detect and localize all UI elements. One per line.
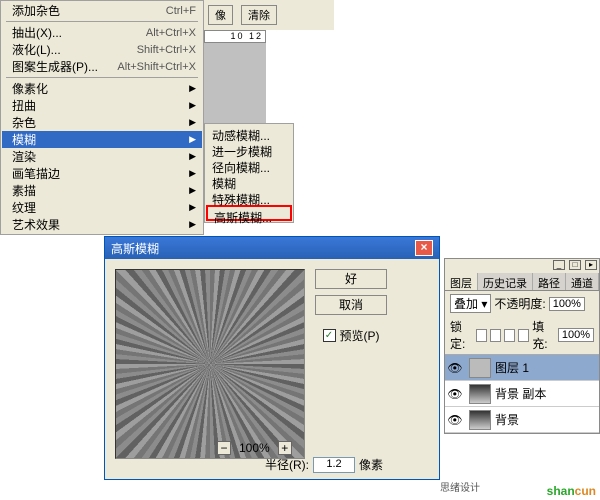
- checkbox-icon: ✓: [323, 329, 336, 342]
- layers-panel: _ □ ▸ 图层 历史记录 路径 通道 叠加 ▾ 不透明度: 100% 锁定: …: [444, 258, 600, 434]
- menu-render[interactable]: 渲染▶: [2, 148, 202, 165]
- menu-sketch[interactable]: 素描▶: [2, 182, 202, 199]
- menu-separator: [6, 77, 198, 78]
- opacity-input[interactable]: 100%: [549, 297, 585, 311]
- eye-icon[interactable]: 👁: [445, 413, 465, 427]
- logo: shancun: [547, 482, 596, 498]
- menu-distort[interactable]: 扭曲▶: [2, 97, 202, 114]
- radius-input[interactable]: 1.2: [313, 457, 355, 473]
- submenu-radial-blur[interactable]: 径向模糊...: [206, 157, 292, 173]
- chevron-right-icon: ▶: [189, 100, 196, 111]
- tab-channels[interactable]: 通道: [566, 273, 599, 290]
- chevron-right-icon: ▶: [189, 134, 196, 145]
- blend-mode-select[interactable]: 叠加 ▾: [450, 294, 491, 313]
- chevron-right-icon: ▶: [189, 219, 196, 230]
- eye-icon[interactable]: 👁: [445, 387, 465, 401]
- fill-input[interactable]: 100%: [558, 328, 594, 342]
- filter-menu: 添加杂色Ctrl+F 抽出(X)...Alt+Ctrl+X 液化(L)...Sh…: [0, 0, 204, 235]
- layer-thumb: [469, 384, 491, 404]
- menu-blur[interactable]: 模糊▶: [2, 131, 202, 148]
- close-icon[interactable]: ×: [415, 240, 433, 256]
- chevron-right-icon: ▶: [189, 83, 196, 94]
- gaussian-blur-dialog: 高斯模糊 × 好 取消 ✓ 预览(P) − 100% + 半径(R): 1.2 …: [104, 236, 440, 480]
- preview-area[interactable]: [115, 269, 305, 459]
- minimize-icon[interactable]: _: [553, 260, 565, 270]
- menu-separator: [6, 21, 198, 22]
- eye-icon[interactable]: 👁: [445, 361, 465, 375]
- layer-row[interactable]: 👁 图层 1: [445, 355, 599, 381]
- submenu-smart-blur[interactable]: 特殊模糊...: [206, 189, 292, 205]
- layer-thumb: [469, 358, 491, 378]
- layer-name: 背景: [495, 411, 519, 428]
- ruler: 10 12: [204, 30, 266, 43]
- menu-brush-strokes[interactable]: 画笔描边▶: [2, 165, 202, 182]
- menu-liquify[interactable]: 液化(L)...Shift+Ctrl+X: [2, 41, 202, 58]
- panel-tabs: 图层 历史记录 路径 通道: [445, 273, 599, 291]
- image-button[interactable]: 像: [208, 5, 233, 25]
- lock-all-icon[interactable]: [518, 329, 529, 342]
- canvas-area: [204, 43, 266, 125]
- layer-name: 图层 1: [495, 359, 529, 376]
- tab-layers[interactable]: 图层: [445, 273, 478, 290]
- maximize-icon[interactable]: □: [569, 260, 581, 270]
- chevron-right-icon: ▶: [189, 185, 196, 196]
- menu-pixelate[interactable]: 像素化▶: [2, 80, 202, 97]
- chevron-right-icon: ▶: [189, 202, 196, 213]
- menu-texture[interactable]: 纹理▶: [2, 199, 202, 216]
- panel-menu-icon[interactable]: ▸: [585, 260, 597, 270]
- menu-add-noise[interactable]: 添加杂色Ctrl+F: [2, 2, 202, 19]
- clear-button[interactable]: 清除: [241, 5, 277, 25]
- lock-transparent-icon[interactable]: [476, 329, 487, 342]
- layer-thumb: [469, 410, 491, 430]
- fill-label: 填充:: [532, 318, 555, 352]
- chevron-right-icon: ▶: [189, 117, 196, 128]
- submenu-blur[interactable]: 模糊: [206, 173, 292, 189]
- lock-label: 锁定:: [450, 318, 473, 352]
- watermark-text: 思绪设计: [440, 479, 480, 494]
- preview-checkbox[interactable]: ✓ 预览(P): [323, 327, 380, 344]
- radius-label: 半径(R):: [265, 456, 309, 473]
- radius-unit: 像素: [359, 456, 383, 473]
- dialog-title: 高斯模糊: [111, 240, 159, 257]
- submenu-motion-blur[interactable]: 动感模糊...: [206, 125, 292, 141]
- tab-history[interactable]: 历史记录: [478, 273, 533, 290]
- chevron-right-icon: ▶: [189, 151, 196, 162]
- menu-noise[interactable]: 杂色▶: [2, 114, 202, 131]
- dialog-titlebar[interactable]: 高斯模糊 ×: [105, 237, 439, 259]
- top-toolbar: 像 清除: [204, 0, 334, 30]
- lock-pixels-icon[interactable]: [490, 329, 501, 342]
- menu-artistic[interactable]: 艺术效果▶: [2, 216, 202, 233]
- lock-position-icon[interactable]: [504, 329, 515, 342]
- chevron-right-icon: ▶: [189, 168, 196, 179]
- menu-extract[interactable]: 抽出(X)...Alt+Ctrl+X: [2, 24, 202, 41]
- zoom-out-button[interactable]: −: [217, 441, 231, 455]
- layer-row[interactable]: 👁 背景: [445, 407, 599, 433]
- layer-row[interactable]: 👁 背景 副本: [445, 381, 599, 407]
- blur-submenu: 动感模糊... 进一步模糊 径向模糊... 模糊 特殊模糊... 高斯模糊...: [204, 123, 294, 223]
- zoom-in-button[interactable]: +: [278, 441, 292, 455]
- layer-name: 背景 副本: [495, 385, 546, 402]
- zoom-level: 100%: [239, 441, 270, 455]
- noise-preview: [116, 270, 304, 458]
- opacity-label: 不透明度:: [494, 295, 545, 312]
- preview-label: 预览(P): [340, 327, 380, 344]
- menu-pattern-maker[interactable]: 图案生成器(P)...Alt+Shift+Ctrl+X: [2, 58, 202, 75]
- cancel-button[interactable]: 取消: [315, 295, 387, 315]
- submenu-gaussian-blur[interactable]: 高斯模糊...: [206, 205, 292, 221]
- ok-button[interactable]: 好: [315, 269, 387, 289]
- tab-paths[interactable]: 路径: [533, 273, 566, 290]
- submenu-blur-more[interactable]: 进一步模糊: [206, 141, 292, 157]
